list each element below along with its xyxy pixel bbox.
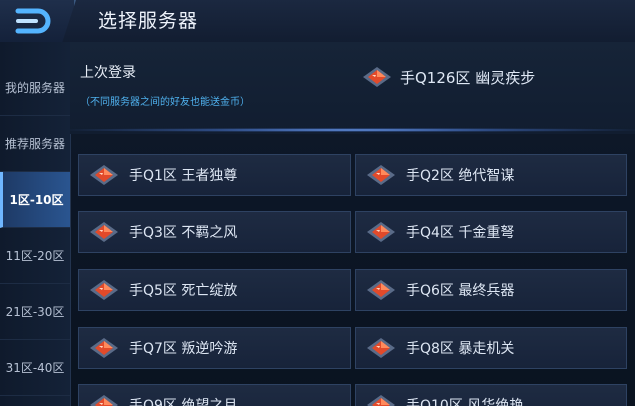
red-gem-icon (89, 279, 119, 301)
server-name: 手Q9区 绝望之月 (129, 398, 238, 406)
server-button-q2[interactable]: 手Q2区 绝代智谋 (355, 154, 627, 196)
server-button-q1[interactable]: 手Q1区 王者独尊 (78, 154, 351, 196)
server-name: 手Q8区 暴走机关 (406, 341, 515, 357)
server-name: 手Q4区 千金重弩 (406, 225, 515, 241)
last-login-server-button[interactable]: 手Q126区 幽灵疾步 (362, 66, 535, 88)
header-bar: 选择服务器 (0, 0, 635, 43)
sidebar-item-zone-11-20[interactable]: 11区-20区 (0, 228, 70, 284)
server-name: 手Q3区 不羁之风 (129, 225, 238, 241)
red-gem-icon (366, 394, 396, 406)
server-name: 手Q6区 最终兵器 (406, 283, 515, 299)
red-gem-icon (366, 279, 396, 301)
server-button-q9[interactable]: 手Q9区 绝望之月 (78, 384, 351, 406)
sidebar-item-zone-21-30[interactable]: 21区-30区 (0, 284, 70, 340)
server-button-q3[interactable]: 手Q3区 不羁之风 (78, 211, 351, 253)
red-gem-icon (366, 337, 396, 359)
red-gem-icon (362, 66, 392, 88)
server-select-screen: 选择服务器 我的服务器 推荐服务器 1区-10区 11区-20区 21区-30区… (0, 0, 635, 406)
last-login-note: （不同服务器之间的好友也能送金币） (80, 97, 250, 108)
server-button-q6[interactable]: 手Q6区 最终兵器 (355, 269, 627, 311)
back-button[interactable] (0, 0, 76, 42)
sidebar-item-zone-1-10[interactable]: 1区-10区 (0, 172, 70, 228)
red-gem-icon (89, 221, 119, 243)
last-login-server-name: 手Q126区 幽灵疾步 (400, 68, 536, 87)
server-button-q4[interactable]: 手Q4区 千金重弩 (355, 211, 627, 253)
server-name: 手Q7区 叛逆吟游 (129, 341, 238, 357)
red-gem-icon (366, 164, 396, 186)
server-button-q10[interactable]: 手Q10区 风华绝艳 (355, 384, 627, 406)
server-name: 手Q1区 王者独尊 (129, 168, 238, 184)
red-gem-icon (89, 164, 119, 186)
last-login-label: 上次登录 (80, 65, 136, 81)
server-button-q5[interactable]: 手Q5区 死亡绽放 (78, 269, 351, 311)
server-name: 手Q2区 绝代智谋 (406, 168, 515, 184)
sidebar: 我的服务器 推荐服务器 1区-10区 11区-20区 21区-30区 31区-4… (0, 42, 71, 406)
divider-glow (70, 128, 635, 132)
server-button-q8[interactable]: 手Q8区 暴走机关 (355, 327, 627, 369)
server-name: 手Q5区 死亡绽放 (129, 283, 238, 299)
sidebar-item-zone-31-40[interactable]: 31区-40区 (0, 340, 70, 396)
red-gem-icon (89, 394, 119, 406)
red-gem-icon (89, 337, 119, 359)
server-button-q7[interactable]: 手Q7区 叛逆吟游 (78, 327, 351, 369)
sidebar-item-recommended[interactable]: 推荐服务器 (0, 116, 70, 172)
back-arrow-icon (15, 8, 51, 34)
server-grid: 手Q1区 王者独尊 手Q2区 绝代智谋 手Q3区 不羁之风 手Q4区 千金重弩 … (70, 134, 635, 406)
server-name: 手Q10区 风华绝艳 (406, 398, 524, 406)
page-title: 选择服务器 (98, 10, 199, 32)
red-gem-icon (366, 221, 396, 243)
sidebar-item-my-servers[interactable]: 我的服务器 (0, 60, 70, 116)
last-login-panel: 上次登录 （不同服务器之间的好友也能送金币） 手Q126区 幽灵疾步 (70, 42, 635, 134)
